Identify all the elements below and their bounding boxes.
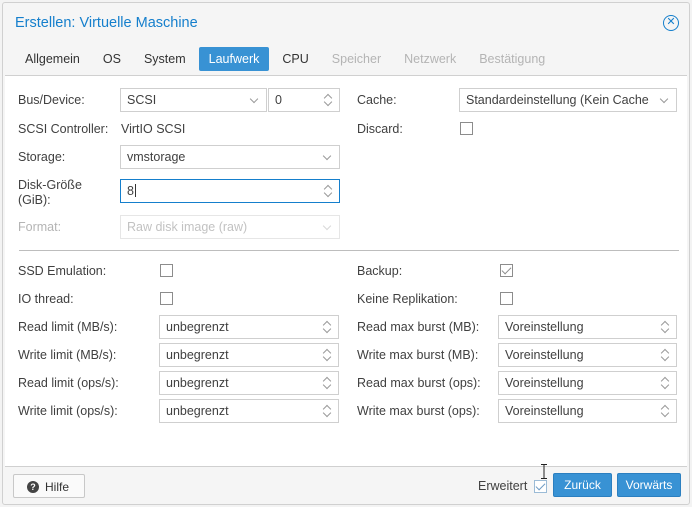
write-burst-mb-input[interactable]: Voreinstellung [498,343,677,367]
discard-label: Discard: [357,122,403,136]
spinner-icon[interactable] [654,372,676,394]
tab-allgemein[interactable]: Allgemein [15,47,90,71]
cache-label: Cache: [357,93,397,107]
bus-select-value: SCSI [127,93,157,107]
read-limit-ops-value: unbegrenzt [166,376,229,390]
spinner-icon[interactable] [316,372,338,394]
storage-select-value: vmstorage [127,150,186,164]
disk-panel: Bus/Device: SCSI 0 SCSI Controller: Virt… [5,75,687,479]
device-number-stepper[interactable]: 0 [268,88,340,112]
dialog-title: Erstellen: Virtuelle Maschine [15,15,198,31]
tab-laufwerk[interactable]: Laufwerk [198,47,270,71]
write-burst-ops-input[interactable]: Voreinstellung [498,399,677,423]
cache-select[interactable]: Standardeinstellung (Kein Cache [459,88,677,112]
spinner-icon[interactable] [654,400,676,422]
help-button[interactable]: ? Hilfe [13,474,85,498]
write-limit-mb-value: unbegrenzt [166,348,229,362]
spinner-icon[interactable] [654,344,676,366]
advanced-checkbox[interactable] [534,480,547,493]
write-limit-mb-label: Write limit (MB/s): [18,348,117,362]
device-number-value: 0 [275,93,282,107]
create-vm-dialog: Erstellen: Virtuelle Maschine ✕ Allgemei… [2,2,690,505]
read-burst-mb-label: Read max burst (MB): [357,320,480,334]
bus-device-label: Bus/Device: [18,93,85,107]
chevron-down-icon [317,216,339,238]
io-thread-checkbox[interactable] [160,292,173,305]
disk-size-input[interactable]: 8 [120,179,340,203]
cache-select-value: Standardeinstellung (Kein Cache [466,93,649,107]
tab-netzwerk: Netzwerk [404,52,457,66]
spinner-icon[interactable] [316,344,338,366]
ssd-emulation-label: SSD Emulation: [18,264,107,278]
read-limit-mb-input[interactable]: unbegrenzt [159,315,339,339]
read-burst-mb-value: Voreinstellung [505,320,584,334]
wizard-tabs: Allgemein OS System Laufwerk CPU Speiche… [15,47,558,71]
write-burst-mb-value: Voreinstellung [505,348,584,362]
chevron-down-icon[interactable] [654,89,676,111]
spinner-icon[interactable] [316,316,338,338]
next-button[interactable]: Vorwärts [617,473,681,497]
write-limit-ops-value: unbegrenzt [166,404,229,418]
format-select: Raw disk image (raw) [120,215,340,239]
disk-size-unit-label: (GiB): [18,193,51,207]
back-button[interactable]: Zurück [553,473,612,497]
spinner-icon[interactable] [317,89,339,111]
advanced-divider [19,250,679,251]
read-burst-ops-value: Voreinstellung [505,376,584,390]
read-limit-ops-input[interactable]: unbegrenzt [159,371,339,395]
storage-select[interactable]: vmstorage [120,145,340,169]
write-burst-mb-label: Write max burst (MB): [357,348,479,362]
format-select-value: Raw disk image (raw) [127,220,248,234]
write-burst-ops-value: Voreinstellung [505,404,584,418]
backup-label: Backup: [357,264,403,278]
question-icon: ? [27,481,39,493]
backup-checkbox[interactable] [500,264,513,277]
tab-cpu[interactable]: CPU [272,47,318,71]
spinner-icon[interactable] [654,316,676,338]
write-limit-mb-input[interactable]: unbegrenzt [159,343,339,367]
dialog-titlebar: Erstellen: Virtuelle Maschine ✕ [3,3,689,41]
read-burst-ops-input[interactable]: Voreinstellung [498,371,677,395]
discard-checkbox[interactable] [460,122,473,135]
read-limit-mb-value: unbegrenzt [166,320,229,334]
dialog-footer: ? Hilfe Erweitert Zurück Vorwärts [3,469,689,506]
tab-system[interactable]: System [134,47,196,71]
advanced-label: Erweitert [478,479,528,493]
scsi-controller-value: VirtIO SCSI [121,122,186,136]
io-thread-label: IO thread: [18,292,74,306]
tab-bestaetigung: Bestätigung [479,52,546,66]
ssd-emulation-checkbox[interactable] [160,264,173,277]
disk-size-label: Disk-Größe [18,178,82,192]
storage-label: Storage: [18,150,66,164]
bus-select[interactable]: SCSI [120,88,267,112]
disk-size-value: 8 [127,184,134,198]
chevron-down-icon[interactable] [244,89,266,111]
scsi-controller-label: SCSI Controller: [18,122,109,136]
chevron-down-icon[interactable] [317,146,339,168]
read-burst-ops-label: Read max burst (ops): [357,376,481,390]
tab-os[interactable]: OS [93,47,131,71]
read-burst-mb-input[interactable]: Voreinstellung [498,315,677,339]
help-button-label: Hilfe [45,480,70,494]
format-label: Format: [18,220,62,234]
spinner-icon[interactable] [316,400,338,422]
tab-speicher: Speicher [331,52,382,66]
read-limit-ops-label: Read limit (ops/s): [18,376,119,390]
no-replication-label: Keine Replikation: [357,292,458,306]
write-limit-ops-input[interactable]: unbegrenzt [159,399,339,423]
write-burst-ops-label: Write max burst (ops): [357,404,480,418]
close-icon[interactable]: ✕ [663,15,679,31]
write-limit-ops-label: Write limit (ops/s): [18,404,118,418]
spinner-icon[interactable] [317,180,339,202]
read-limit-mb-label: Read limit (MB/s): [18,320,118,334]
no-replication-checkbox[interactable] [500,292,513,305]
text-caret [134,184,136,197]
